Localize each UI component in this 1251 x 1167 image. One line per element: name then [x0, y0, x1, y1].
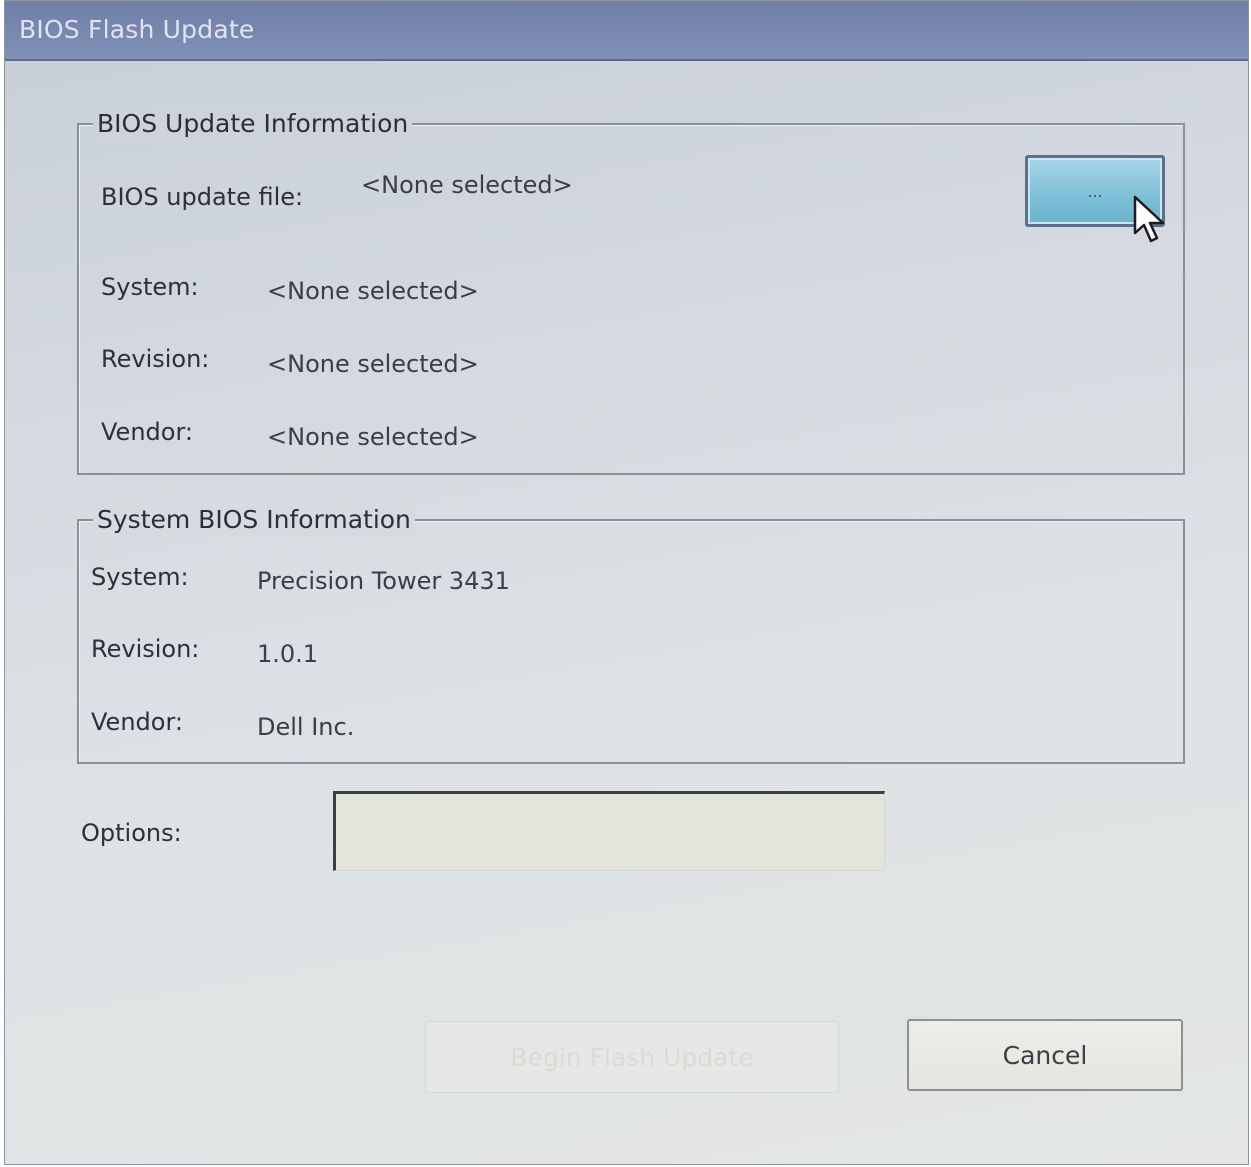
system-bios-information-group: System BIOS Information System: Precisio…: [77, 505, 1185, 764]
vendor-value: Dell Inc.: [257, 713, 355, 741]
browse-file-button-label: ...: [1087, 181, 1103, 201]
revision-label: Revision:: [91, 635, 200, 663]
update-revision-label: Revision:: [101, 345, 210, 373]
arrow-cursor-icon: [1133, 195, 1165, 243]
system-bios-information-title: System BIOS Information: [93, 505, 415, 535]
window-title: BIOS Flash Update: [19, 15, 255, 44]
bios-update-file-label: BIOS update file:: [101, 183, 304, 211]
cancel-button[interactable]: Cancel: [907, 1019, 1183, 1091]
begin-flash-update-label: Begin Flash Update: [510, 1042, 754, 1072]
begin-flash-update-button[interactable]: Begin Flash Update: [425, 1021, 839, 1093]
options-input[interactable]: [333, 791, 885, 871]
bios-update-information-group: BIOS Update Information BIOS update file…: [77, 109, 1185, 475]
title-bar: BIOS Flash Update: [5, 1, 1248, 61]
update-vendor-value: <None selected>: [267, 423, 479, 451]
system-label: System:: [91, 563, 189, 591]
system-value: Precision Tower 3431: [257, 567, 510, 595]
options-label: Options:: [81, 819, 182, 847]
bios-update-file-value: <None selected>: [361, 171, 573, 199]
vendor-label: Vendor:: [91, 708, 183, 736]
bios-update-information-title: BIOS Update Information: [93, 109, 413, 139]
bios-flash-update-window: BIOS Flash Update BIOS Update Informatio…: [4, 0, 1249, 1165]
update-revision-value: <None selected>: [267, 350, 479, 378]
revision-value: 1.0.1: [257, 640, 319, 668]
update-system-label: System:: [101, 273, 199, 301]
update-system-value: <None selected>: [267, 277, 479, 305]
cancel-button-label: Cancel: [1002, 1040, 1088, 1070]
update-vendor-label: Vendor:: [101, 418, 193, 446]
